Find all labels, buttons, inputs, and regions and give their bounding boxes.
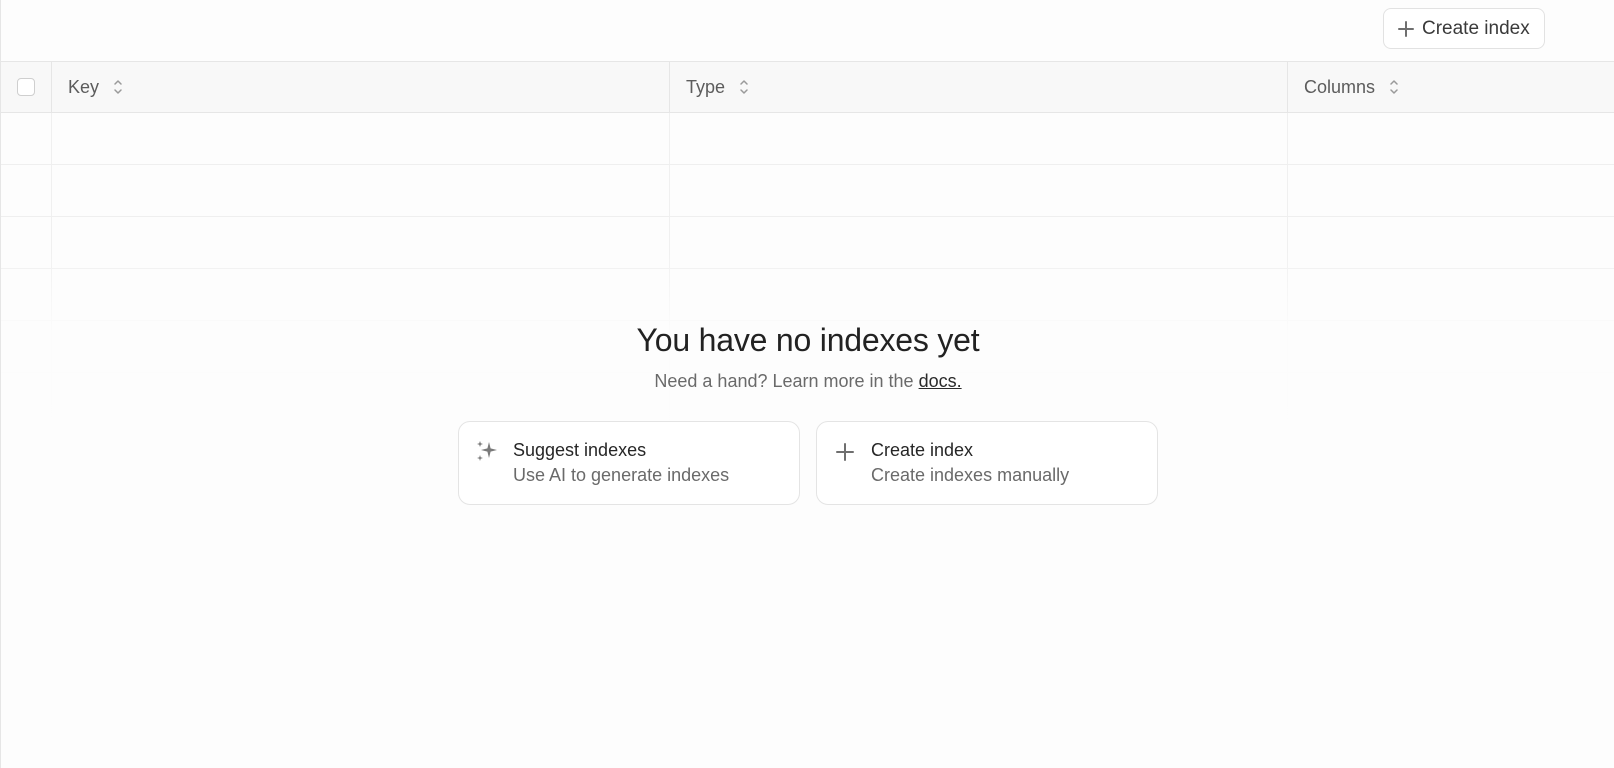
create-index-card[interactable]: Create index Create indexes manually	[816, 421, 1158, 505]
row-cell	[1, 217, 52, 268]
empty-state-title: You have no indexes yet	[636, 322, 980, 358]
plus-icon	[833, 438, 857, 464]
row-cell	[1, 477, 52, 528]
sort-icon[interactable]	[113, 78, 123, 96]
row-cell	[670, 217, 1288, 268]
row-cell	[1, 165, 52, 216]
create-index-button-label: Create index	[1422, 17, 1530, 39]
suggest-indexes-card[interactable]: Suggest indexes Use AI to generate index…	[458, 421, 800, 505]
create-index-button[interactable]: Create index	[1383, 8, 1545, 49]
empty-state-subtitle-text: Need a hand? Learn more in the	[654, 371, 919, 391]
row-cell	[1, 113, 52, 164]
row-cell	[670, 165, 1288, 216]
column-header-key[interactable]: Key	[52, 62, 670, 112]
empty-state: You have no indexes yet Need a hand? Lea…	[1, 318, 1614, 394]
column-header-label: Key	[68, 76, 100, 97]
placeholder-row	[1, 217, 1614, 269]
card-title: Suggest indexes	[513, 440, 647, 460]
indexes-page: Create index Key Type Columns You have n…	[0, 0, 1614, 768]
select-all-cell	[1, 62, 52, 112]
docs-link[interactable]: docs.	[919, 371, 962, 391]
empty-state-subtitle: Need a hand? Learn more in the docs.	[1, 368, 1614, 394]
row-cell	[1288, 425, 1614, 476]
column-header-label: Type	[686, 76, 726, 97]
plus-icon	[836, 443, 854, 461]
row-cell	[1, 269, 52, 320]
row-cell	[670, 113, 1288, 164]
row-cell	[670, 269, 1288, 320]
row-cell	[52, 113, 670, 164]
card-text: Suggest indexes Use AI to generate index…	[513, 438, 729, 504]
row-cell	[1288, 477, 1614, 528]
card-title: Create index	[871, 440, 974, 460]
empty-state-actions: Suggest indexes Use AI to generate index…	[458, 421, 1158, 505]
column-header-columns[interactable]: Columns	[1288, 62, 1614, 112]
card-description: Create indexes manually	[871, 465, 1070, 485]
row-cell	[52, 165, 670, 216]
placeholder-row	[1, 165, 1614, 217]
card-text: Create index Create indexes manually	[871, 438, 1069, 504]
row-cell	[1288, 113, 1614, 164]
row-cell	[1288, 269, 1614, 320]
table-header: Key Type Columns	[1, 61, 1614, 113]
select-all-checkbox[interactable]	[17, 78, 35, 96]
row-cell	[1288, 217, 1614, 268]
column-header-label: Columns	[1304, 76, 1376, 97]
row-cell	[1288, 165, 1614, 216]
column-header-type[interactable]: Type	[670, 62, 1288, 112]
row-cell	[52, 217, 670, 268]
placeholder-row	[1, 113, 1614, 165]
sort-icon[interactable]	[739, 78, 749, 96]
sort-icon[interactable]	[1389, 78, 1399, 96]
row-cell	[1, 425, 52, 476]
card-description: Use AI to generate indexes	[513, 465, 730, 485]
toolbar: Create index	[1, 0, 1614, 61]
placeholder-row	[1, 269, 1614, 321]
row-cell	[52, 269, 670, 320]
sparkles-icon	[475, 438, 499, 464]
plus-icon	[1398, 20, 1414, 37]
